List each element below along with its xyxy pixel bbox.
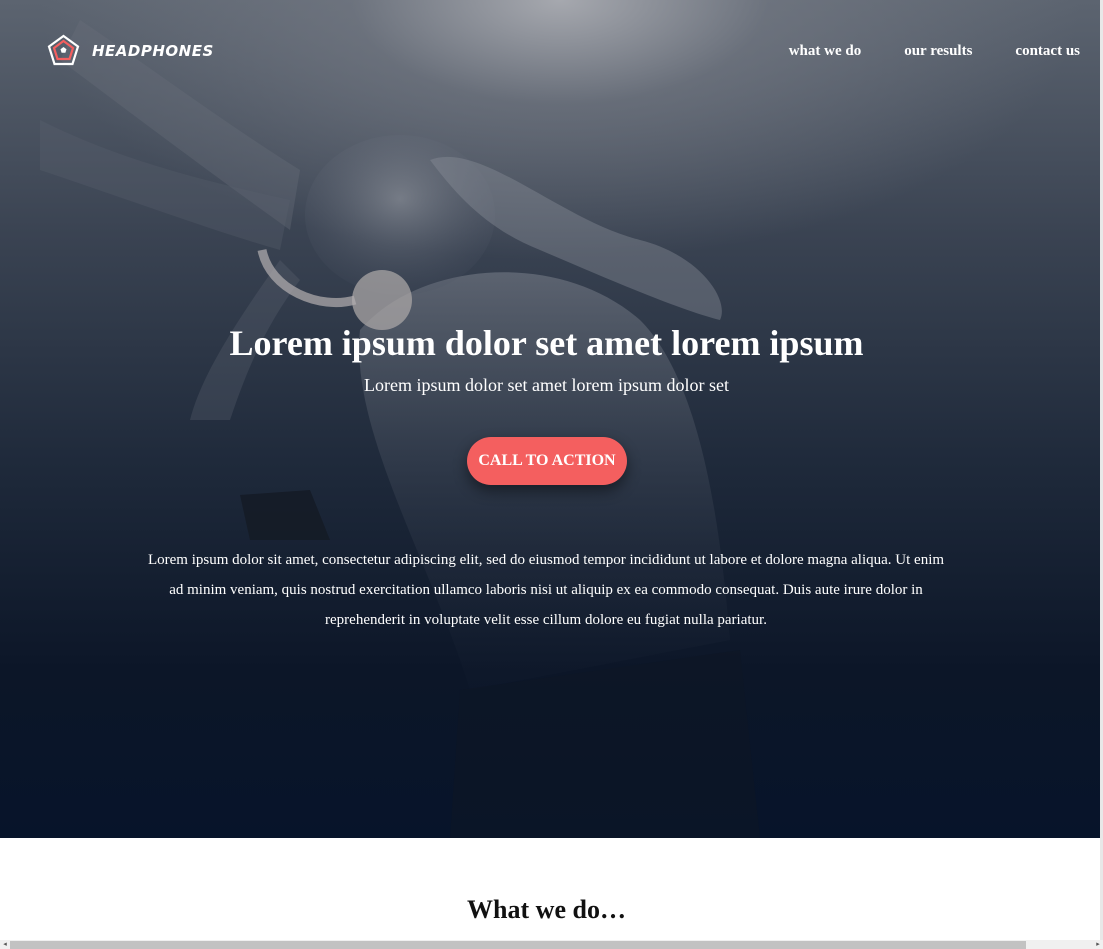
call-to-action-button[interactable]: CALL TO ACTION — [467, 437, 627, 485]
hero-title: Lorem ipsum dolor set amet lorem ipsum — [229, 323, 864, 363]
nav-link-contact-us[interactable]: contact us — [1015, 43, 1080, 60]
nav-link-our-results[interactable]: our results — [904, 43, 972, 60]
nav-link-what-we-do[interactable]: what we do — [789, 43, 862, 60]
chevron-left-icon[interactable]: ◂ — [0, 940, 10, 949]
hero-background-image — [40, 20, 760, 838]
section-title-what-we-do: What we do… — [467, 895, 626, 924]
pentagon-logo-icon — [47, 34, 80, 66]
chevron-right-icon[interactable]: ▸ — [1093, 940, 1103, 949]
horizontal-scrollbar-thumb[interactable] — [10, 941, 1026, 949]
horizontal-scrollbar[interactable]: ◂ ▸ — [0, 940, 1103, 949]
hero-section: HEADPHONES what we do our results contac… — [0, 0, 1100, 838]
brand-name: HEADPHONES — [92, 41, 214, 60]
landing-page: HEADPHONES what we do our results contac… — [0, 0, 1103, 949]
hero-body-text: Lorem ipsum dolor sit amet, consectetur … — [147, 552, 945, 628]
top-navigation-bar: HEADPHONES what we do our results contac… — [0, 0, 1100, 100]
hero-subtitle: Lorem ipsum dolor set amet lorem ipsum d… — [364, 375, 729, 395]
brand-logo[interactable]: HEADPHONES — [47, 34, 214, 67]
main-nav: what we do our results contact us — [746, 43, 1080, 60]
